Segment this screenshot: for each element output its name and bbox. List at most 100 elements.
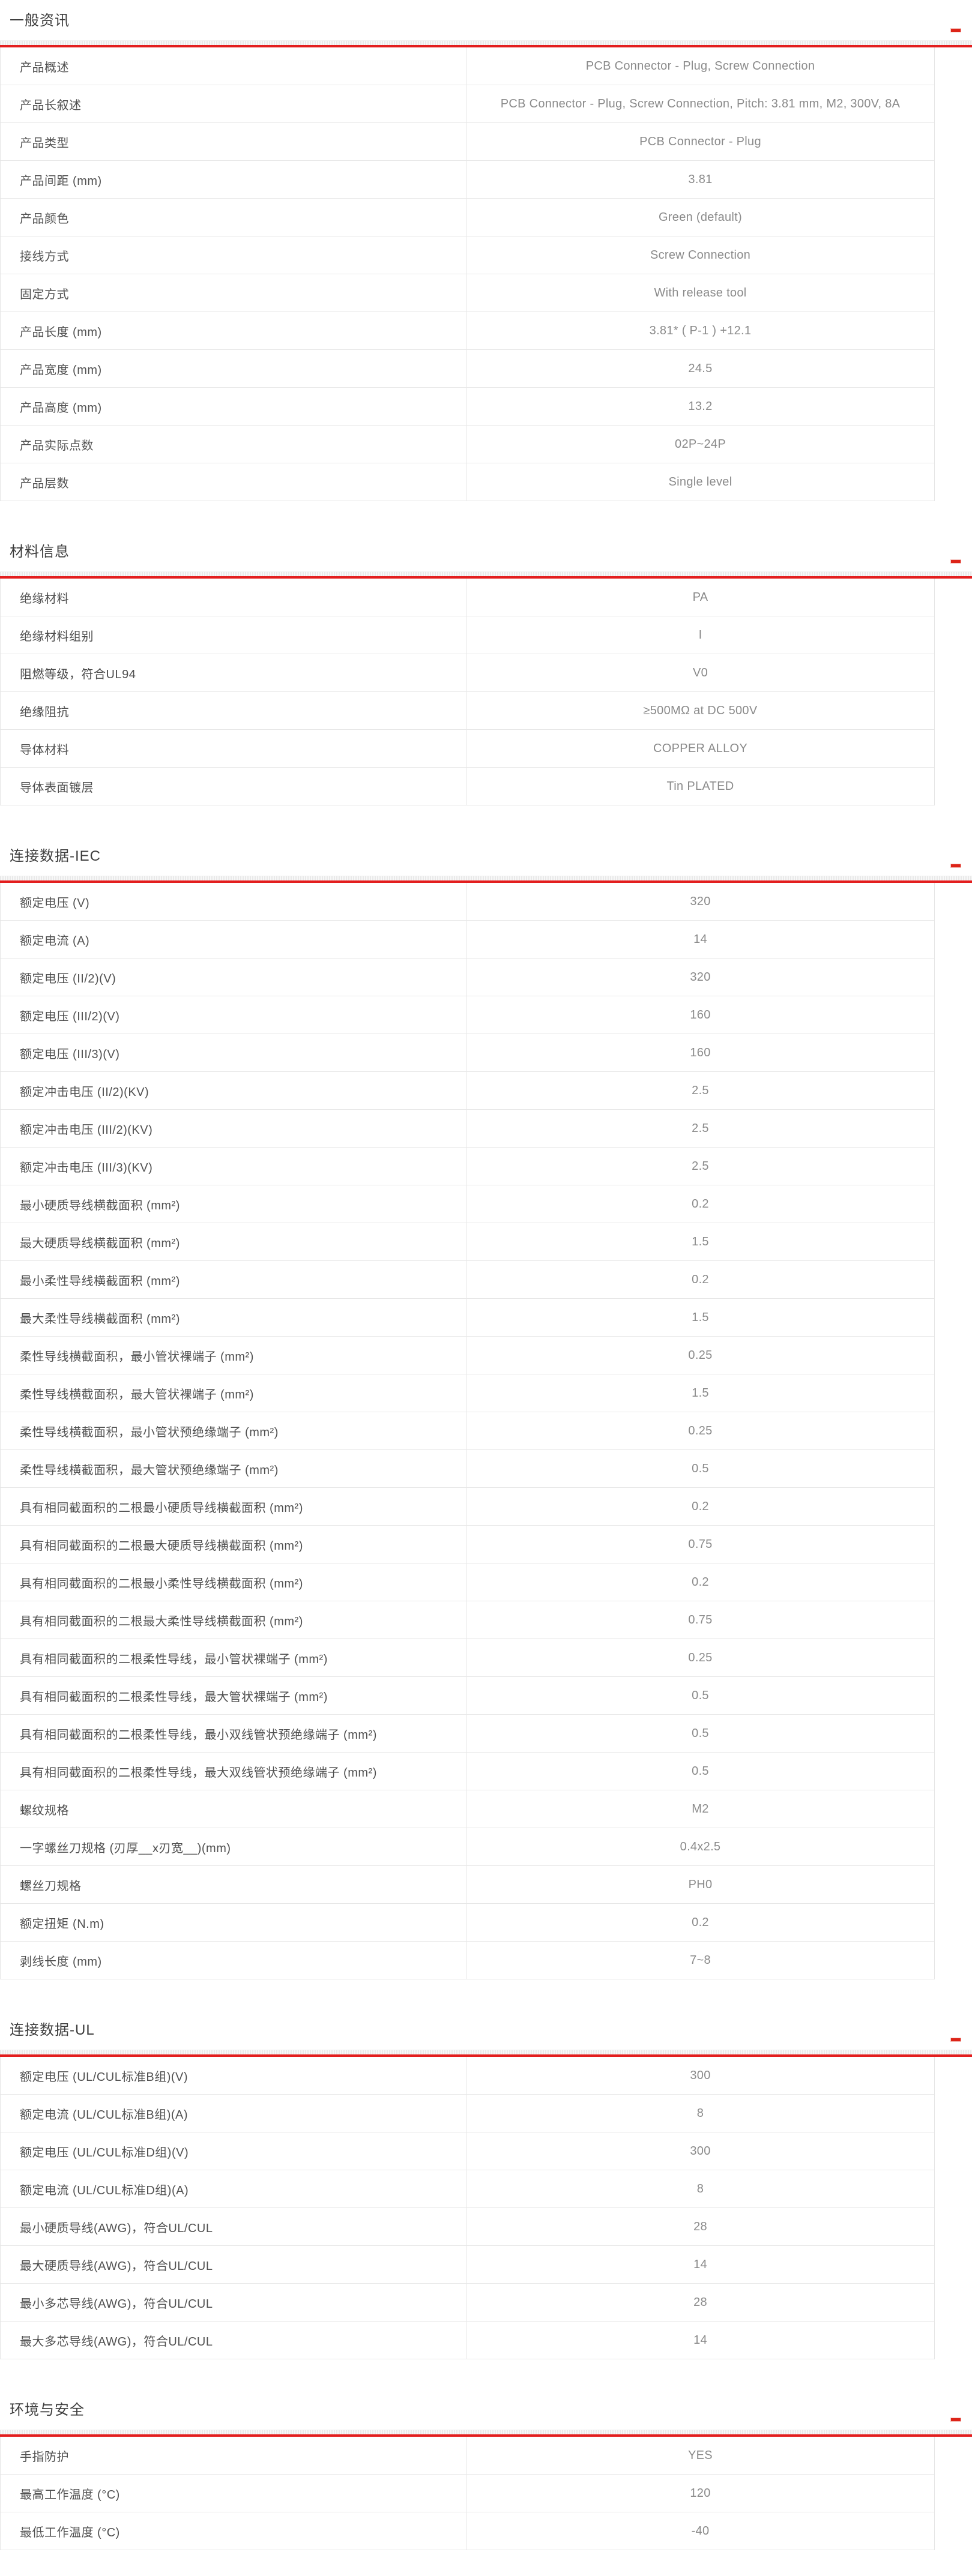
row-label: 额定电流 (UL/CUL标准B组)(A) bbox=[1, 2095, 466, 2132]
row-label: 柔性导线横截面积，最小管状裸端子 (mm²) bbox=[1, 1337, 466, 1374]
row-value: YES bbox=[466, 2437, 934, 2474]
table-row: 具有相同截面积的二根柔性导线，最大管状裸端子 (mm²) 0.5 bbox=[1, 1677, 934, 1715]
table-row: 产品长度 (mm) 3.81* ( P-1 ) +12.1 bbox=[1, 312, 934, 350]
spec-sections: 一般资讯 产品概述 PCB Connector - Plug, Screw Co… bbox=[0, 12, 972, 2550]
row-label: 额定电流 (UL/CUL标准D组)(A) bbox=[1, 2170, 466, 2207]
row-value: 0.75 bbox=[466, 1526, 934, 1563]
row-value: PCB Connector - Plug bbox=[466, 123, 934, 160]
row-value: 320 bbox=[466, 883, 934, 920]
table-row: 额定电压 (UL/CUL标准D组)(V) 300 bbox=[1, 2132, 934, 2170]
row-value: 8 bbox=[466, 2170, 934, 2207]
table-row: 最小硬质导线(AWG)，符合UL/CUL 28 bbox=[1, 2208, 934, 2246]
row-label: 柔性导线横截面积，最小管状预绝缘端子 (mm²) bbox=[1, 1412, 466, 1449]
row-value: Single level bbox=[466, 463, 934, 501]
row-label: 额定冲击电压 (II/2)(KV) bbox=[1, 1072, 466, 1109]
section-title: 材料信息 bbox=[10, 543, 70, 561]
row-value: 3.81* ( P-1 ) +12.1 bbox=[466, 312, 934, 349]
row-label: 具有相同截面积的二根柔性导线，最小双线管状预绝缘端子 (mm²) bbox=[1, 1715, 466, 1752]
row-value: Screw Connection bbox=[466, 236, 934, 274]
row-value: 2.5 bbox=[466, 1148, 934, 1185]
row-label: 产品概述 bbox=[1, 47, 466, 85]
row-value: 1.5 bbox=[466, 1223, 934, 1260]
table-row: 最小多芯导线(AWG)，符合UL/CUL 28 bbox=[1, 2284, 934, 2322]
row-label: 最小硬质导线(AWG)，符合UL/CUL bbox=[1, 2208, 466, 2245]
row-value: 0.5 bbox=[466, 1677, 934, 1714]
table-row: 产品实际点数 02P~24P bbox=[1, 426, 934, 463]
row-label: 产品高度 (mm) bbox=[1, 388, 466, 425]
table-row: 最小柔性导线横截面积 (mm²) 0.2 bbox=[1, 1261, 934, 1299]
row-label: 额定扭矩 (N.m) bbox=[1, 1904, 466, 1941]
table-row: 产品颜色 Green (default) bbox=[1, 199, 934, 236]
row-value: 3.81 bbox=[466, 161, 934, 198]
table-row: 额定电流 (A) 14 bbox=[1, 921, 934, 958]
minus-icon[interactable] bbox=[951, 2038, 961, 2041]
table-row: 产品宽度 (mm) 24.5 bbox=[1, 350, 934, 388]
row-label: 产品层数 bbox=[1, 463, 466, 501]
section-title: 环境与安全 bbox=[10, 2401, 85, 2419]
row-label: 额定电压 (III/2)(V) bbox=[1, 996, 466, 1034]
row-label: 产品类型 bbox=[1, 123, 466, 160]
row-label: 柔性导线横截面积，最大管状预绝缘端子 (mm²) bbox=[1, 1450, 466, 1487]
table-row: 产品层数 Single level bbox=[1, 463, 934, 501]
row-value: 0.75 bbox=[466, 1601, 934, 1639]
row-value: PCB Connector - Plug, Screw Connection bbox=[466, 47, 934, 85]
row-value: 14 bbox=[466, 2246, 934, 2283]
row-value: 160 bbox=[466, 996, 934, 1034]
row-value: 120 bbox=[466, 2475, 934, 2512]
row-value: 160 bbox=[466, 1034, 934, 1071]
spec-table: 手指防护 YES 最高工作温度 (°C) 120 最低工作温度 (°C) -40 bbox=[0, 2437, 935, 2550]
row-label: 额定电压 (UL/CUL标准D组)(V) bbox=[1, 2132, 466, 2170]
table-row: 绝缘材料组别 I bbox=[1, 616, 934, 654]
spec-table: 绝缘材料 PA 绝缘材料组别 I 阻燃等级，符合UL94 V0 绝缘阻抗 ≥50… bbox=[0, 579, 935, 805]
row-value: PH0 bbox=[466, 1866, 934, 1903]
table-row: 额定电压 (II/2)(V) 320 bbox=[1, 958, 934, 996]
table-row: 具有相同截面积的二根柔性导线，最小管状裸端子 (mm²) 0.25 bbox=[1, 1639, 934, 1677]
section-divider-strip bbox=[0, 876, 972, 880]
row-value: 0.5 bbox=[466, 1715, 934, 1752]
table-row: 手指防护 YES bbox=[1, 2437, 934, 2475]
row-value: PCB Connector - Plug, Screw Connection, … bbox=[466, 85, 934, 122]
row-value: 0.25 bbox=[466, 1337, 934, 1374]
row-label: 最小柔性导线横截面积 (mm²) bbox=[1, 1261, 466, 1298]
minus-icon[interactable] bbox=[951, 864, 961, 867]
minus-icon[interactable] bbox=[951, 560, 961, 563]
minus-icon[interactable] bbox=[951, 2418, 961, 2421]
table-row: 固定方式 With release tool bbox=[1, 274, 934, 312]
row-value: With release tool bbox=[466, 274, 934, 311]
row-label: 绝缘阻抗 bbox=[1, 692, 466, 729]
row-label: 柔性导线横截面积，最大管状裸端子 (mm²) bbox=[1, 1374, 466, 1412]
row-label: 阻燃等级，符合UL94 bbox=[1, 654, 466, 691]
row-label: 具有相同截面积的二根柔性导线，最大管状裸端子 (mm²) bbox=[1, 1677, 466, 1714]
row-label: 最大多芯导线(AWG)，符合UL/CUL bbox=[1, 2322, 466, 2359]
row-label: 接线方式 bbox=[1, 236, 466, 274]
table-row: 阻燃等级，符合UL94 V0 bbox=[1, 654, 934, 692]
section-header: 连接数据-IEC bbox=[0, 847, 972, 876]
table-row: 额定电压 (V) 320 bbox=[1, 883, 934, 921]
row-label: 具有相同截面积的二根最大柔性导线横截面积 (mm²) bbox=[1, 1601, 466, 1639]
row-value: -40 bbox=[466, 2512, 934, 2550]
table-row: 额定电压 (III/3)(V) 160 bbox=[1, 1034, 934, 1072]
row-label: 最小多芯导线(AWG)，符合UL/CUL bbox=[1, 2284, 466, 2321]
table-row: 绝缘阻抗 ≥500MΩ at DC 500V bbox=[1, 692, 934, 730]
table-row: 导体材料 COPPER ALLOY bbox=[1, 730, 934, 768]
table-row: 接线方式 Screw Connection bbox=[1, 236, 934, 274]
table-row: 具有相同截面积的二根最小硬质导线横截面积 (mm²) 0.2 bbox=[1, 1488, 934, 1526]
row-value: 0.25 bbox=[466, 1412, 934, 1449]
row-value: 0.5 bbox=[466, 1753, 934, 1790]
section-title: 连接数据-IEC bbox=[10, 847, 101, 865]
table-row: 额定电压 (III/2)(V) 160 bbox=[1, 996, 934, 1034]
row-value: 0.5 bbox=[466, 1450, 934, 1487]
row-label: 导体表面镀层 bbox=[1, 768, 466, 805]
table-row: 一字螺丝刀规格 (刃厚__x刃宽__)(mm) 0.4x2.5 bbox=[1, 1828, 934, 1866]
row-label: 螺丝刀规格 bbox=[1, 1866, 466, 1903]
table-row: 额定冲击电压 (II/2)(KV) 2.5 bbox=[1, 1072, 934, 1110]
table-row: 螺纹规格 M2 bbox=[1, 1790, 934, 1828]
row-value: V0 bbox=[466, 654, 934, 691]
table-row: 产品概述 PCB Connector - Plug, Screw Connect… bbox=[1, 47, 934, 85]
row-label: 螺纹规格 bbox=[1, 1790, 466, 1828]
table-row: 额定电流 (UL/CUL标准D组)(A) 8 bbox=[1, 2170, 934, 2208]
minus-icon[interactable] bbox=[951, 29, 961, 32]
spec-section: 材料信息 绝缘材料 PA 绝缘材料组别 I 阻燃等级，符合UL94 V0 绝缘阻… bbox=[0, 543, 972, 805]
row-value: 0.25 bbox=[466, 1639, 934, 1676]
table-row: 柔性导线横截面积，最小管状预绝缘端子 (mm²) 0.25 bbox=[1, 1412, 934, 1450]
